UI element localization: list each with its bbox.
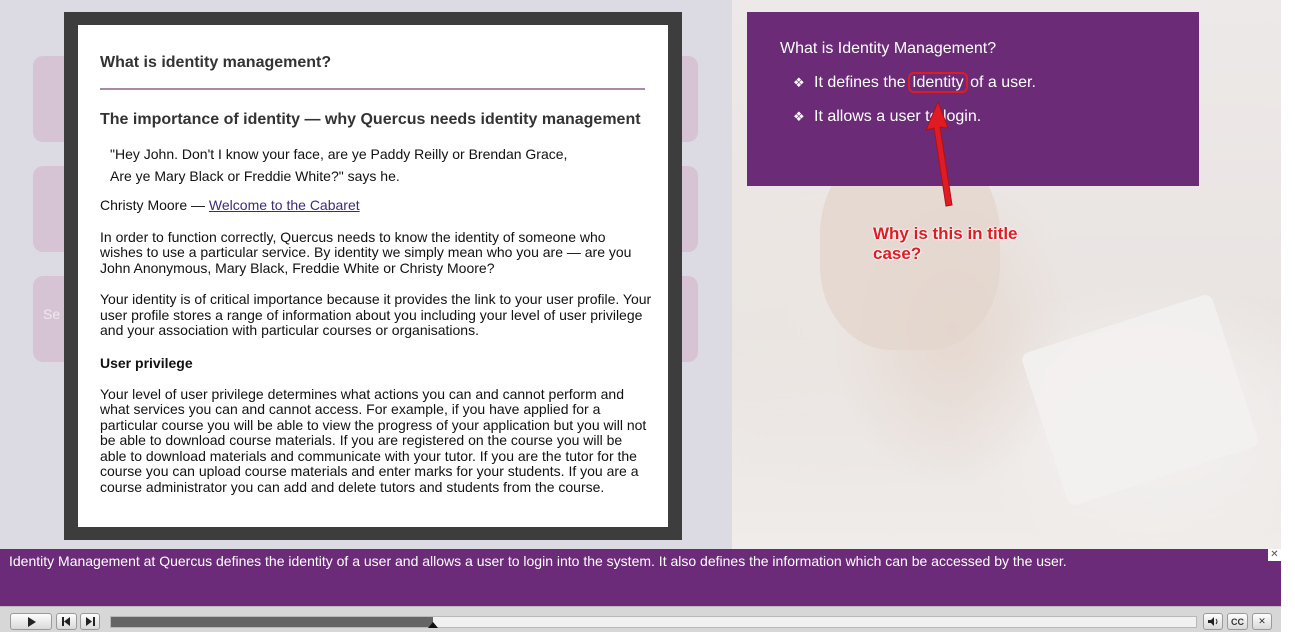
rewind-button[interactable] bbox=[56, 613, 77, 630]
playbar: CC ✕ bbox=[0, 606, 1281, 632]
play-button[interactable] bbox=[10, 613, 52, 630]
attribution-prefix: Christy Moore — bbox=[100, 197, 209, 213]
close-button[interactable]: ✕ bbox=[1252, 613, 1272, 630]
forward-button[interactable] bbox=[80, 613, 100, 630]
paragraph-profile: Your identity is of critical importance … bbox=[100, 291, 652, 338]
paragraph-identity: In order to function correctly, Quercus … bbox=[100, 228, 632, 276]
caption-bar: Identity Management at Quercus defines t… bbox=[0, 549, 1281, 606]
modal-title: What is identity management? bbox=[100, 54, 332, 71]
annotation-text: Why is this in title case? bbox=[873, 224, 1018, 263]
forward-icon bbox=[85, 617, 95, 626]
quote-block: "Hey John. Don't I know your face, are y… bbox=[100, 143, 652, 187]
rewind-icon bbox=[62, 617, 70, 626]
quote-line-2: Are ye Mary Black or Freddie White?" say… bbox=[110, 168, 400, 184]
progress-track[interactable] bbox=[110, 616, 1197, 628]
caption-close-icon[interactable]: ✕ bbox=[1268, 549, 1281, 561]
modal-dialog[interactable]: What is identity management? The importa… bbox=[78, 25, 668, 527]
paragraph-privilege: Your level of user privilege determines … bbox=[100, 385, 647, 495]
modal-heading: The importance of identity — why Quercus… bbox=[100, 111, 641, 128]
progress-handle[interactable] bbox=[428, 622, 438, 628]
cc-button[interactable]: CC bbox=[1227, 613, 1248, 630]
progress-fill bbox=[111, 617, 433, 627]
cabaret-link[interactable]: Welcome to the Cabaret bbox=[209, 197, 360, 213]
attribution: Christy Moore — Welcome to the Cabaret bbox=[100, 197, 652, 214]
volume-icon bbox=[1207, 617, 1217, 626]
quote-line-1: "Hey John. Don't I know your face, are y… bbox=[110, 146, 568, 162]
subheading-user-privilege: User privilege bbox=[100, 354, 193, 371]
volume-button[interactable] bbox=[1203, 613, 1223, 630]
play-icon bbox=[27, 616, 36, 627]
divider bbox=[100, 88, 645, 90]
